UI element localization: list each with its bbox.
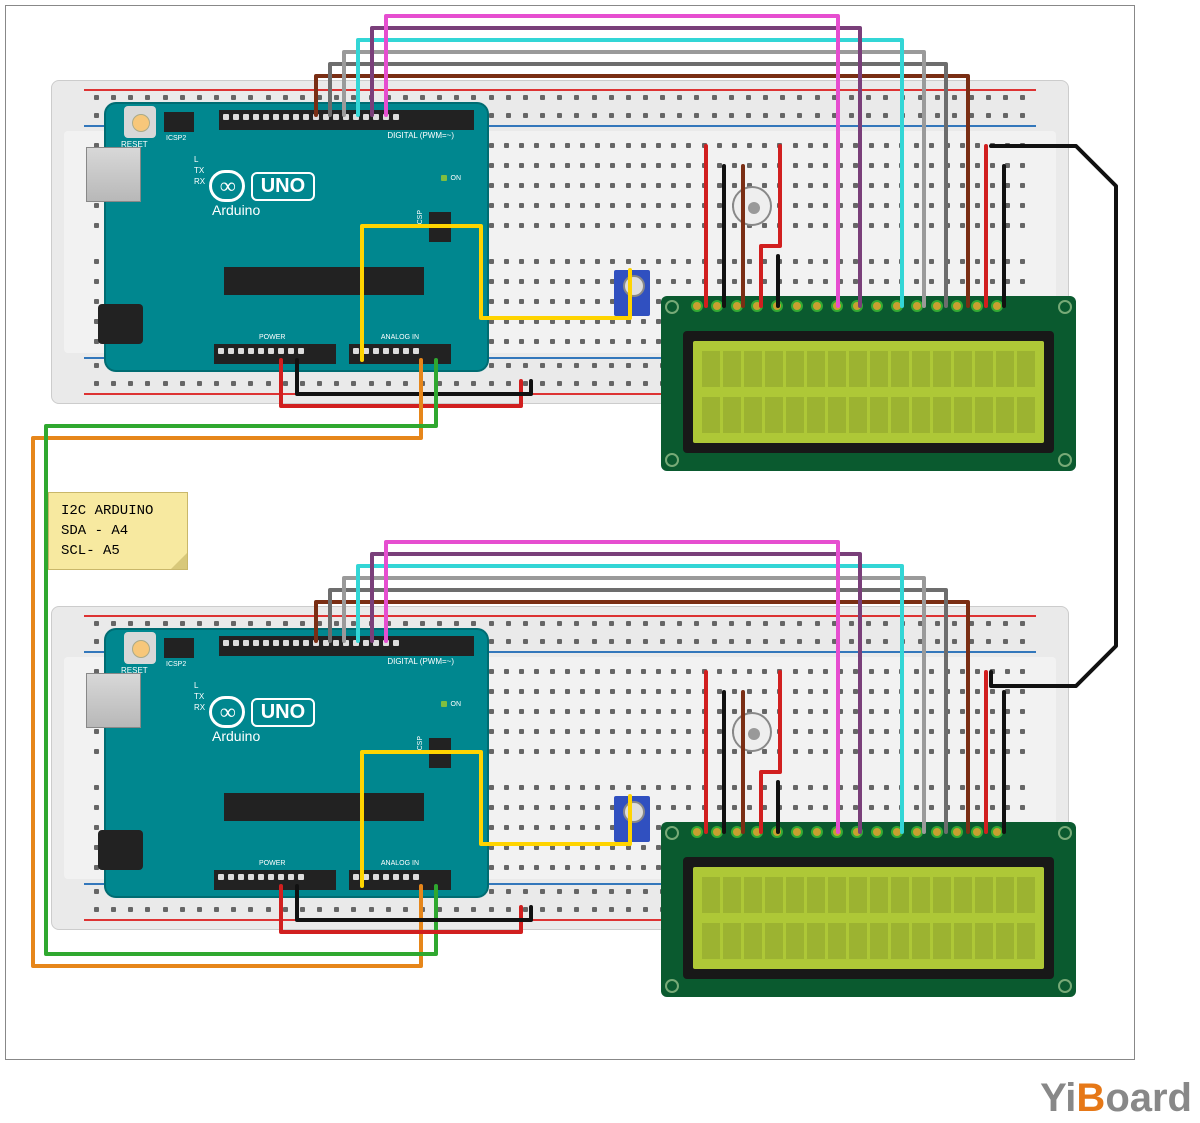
arduino-board-top: RESET ICSP2 ∞UNO Arduino DIGITAL (PWM=~)… (104, 102, 489, 372)
icsp-header (429, 738, 451, 768)
power-header (214, 344, 336, 364)
icsp-label: ICSP (417, 736, 424, 752)
icsp2-header (164, 112, 194, 132)
arduino-brand-label: Arduino (212, 728, 260, 744)
i2c-note: I2C ARDUINO SDA - A4 SCL- A5 (48, 492, 188, 570)
power-section-label: POWER (259, 860, 285, 867)
arduino-brand-label: Arduino (212, 202, 260, 218)
potentiometer-knob-top[interactable] (732, 186, 772, 226)
reset-button[interactable] (124, 632, 156, 664)
power-header (214, 870, 336, 890)
note-line-2: SDA - A4 (61, 521, 175, 541)
icsp2-label: ICSP2 (166, 661, 186, 668)
on-led-label: ON (441, 701, 462, 708)
trimpot-bottom[interactable] (614, 796, 650, 842)
barrel-jack-icon (98, 830, 143, 870)
reset-button[interactable] (124, 106, 156, 138)
trimpot-top[interactable] (614, 270, 650, 316)
arduino-logo-icon: ∞UNO (209, 170, 315, 202)
lcd-screen (693, 867, 1044, 969)
arduino-logo-icon: ∞UNO (209, 696, 315, 728)
txrx-leds-label: L TX RX (194, 154, 205, 187)
arduino-board-bottom: RESET ICSP2 ∞UNO Arduino DIGITAL (PWM=~)… (104, 628, 489, 898)
analog-header (349, 870, 451, 890)
note-line-1: I2C ARDUINO (61, 501, 175, 521)
atmega-chip-icon (224, 267, 424, 295)
digital-section-label: DIGITAL (PWM=~) (387, 131, 454, 140)
reset-label: RESET (121, 666, 148, 675)
analog-section-label: ANALOG IN (381, 860, 419, 867)
txrx-leds-label: L TX RX (194, 680, 205, 713)
lcd-1602-top (661, 296, 1076, 471)
lcd-pin-row (691, 826, 1003, 838)
reset-label: RESET (121, 140, 148, 149)
barrel-jack-icon (98, 304, 143, 344)
analog-section-label: ANALOG IN (381, 334, 419, 341)
usb-port-icon (86, 147, 141, 202)
icsp2-header (164, 638, 194, 658)
digital-header (219, 110, 474, 130)
digital-header (219, 636, 474, 656)
watermark: YiBoard (1040, 1076, 1192, 1121)
atmega-chip-icon (224, 793, 424, 821)
diagram-frame: RESET ICSP2 ∞UNO Arduino DIGITAL (PWM=~)… (5, 5, 1135, 1060)
lcd-pin-row (691, 300, 1003, 312)
power-section-label: POWER (259, 334, 285, 341)
lcd-screen (693, 341, 1044, 443)
potentiometer-knob-bottom[interactable] (732, 712, 772, 752)
icsp-header (429, 212, 451, 242)
lcd-1602-bottom (661, 822, 1076, 997)
icsp2-label: ICSP2 (166, 135, 186, 142)
on-led-label: ON (441, 175, 462, 182)
analog-header (349, 344, 451, 364)
note-line-3: SCL- A5 (61, 541, 175, 561)
usb-port-icon (86, 673, 141, 728)
digital-section-label: DIGITAL (PWM=~) (387, 657, 454, 666)
icsp-label: ICSP (417, 210, 424, 226)
